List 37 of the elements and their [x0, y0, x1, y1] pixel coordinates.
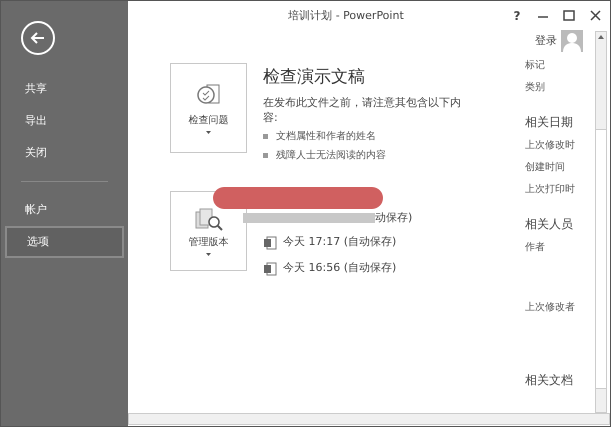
bullet-text: 文档属性和作者的姓名: [276, 130, 376, 144]
property-label: 上次修改时: [525, 138, 576, 153]
bullet-icon: [263, 134, 268, 138]
property-heading: 相关人员: [525, 216, 574, 233]
horizontal-scrollbar[interactable]: [128, 413, 610, 425]
back-button[interactable]: [21, 21, 55, 55]
version-entry: 动保存): [375, 210, 412, 226]
vertical-scrollbar[interactable]: [595, 31, 607, 413]
scroll-up-icon[interactable]: [598, 35, 604, 39]
property-label: 上次打印时: [525, 182, 576, 197]
property-label: 作者: [525, 240, 546, 255]
property-heading: 相关日期: [525, 114, 574, 131]
documents-search-icon: [194, 206, 224, 232]
property-label: 类别: [525, 80, 546, 95]
section-description: 在发布此文件之前，请注意其包含以下内容:: [263, 94, 462, 124]
window-title: 培训计划 - PowerPoint: [287, 8, 405, 24]
section-title: 检查演示文稿: [263, 66, 366, 89]
sidebar-item[interactable]: 关闭: [5, 137, 124, 169]
caret-icon: [206, 131, 211, 134]
version-entry: 今天 16:56 (自动保存): [283, 260, 396, 276]
caret-icon: [206, 252, 211, 256]
presentation-file-icon: [263, 236, 277, 250]
property-heading: 相关文档: [525, 372, 574, 389]
bullet-text: 残障人士无法阅读的内容: [276, 148, 386, 162]
inspect-button[interactable]: 检查问题: [170, 63, 247, 153]
version-entry: 今天 17:17 (自动保存): [283, 234, 396, 250]
sidebar-item[interactable]: 帐户: [5, 194, 124, 226]
property-label: 标记: [525, 58, 546, 73]
sidebar-item[interactable]: 选项: [5, 226, 124, 258]
property-label: 上次修改者: [525, 300, 576, 315]
property-label: 创建时间: [525, 160, 566, 175]
bullet-icon: [263, 152, 268, 158]
sidebar-item[interactable]: 共享: [5, 73, 124, 105]
sidebar-item[interactable]: 导出: [5, 105, 124, 137]
presentation-file-icon: [263, 262, 277, 276]
help-button[interactable]: ?: [504, 7, 530, 25]
sign-in-link[interactable]: 登录: [535, 32, 557, 50]
